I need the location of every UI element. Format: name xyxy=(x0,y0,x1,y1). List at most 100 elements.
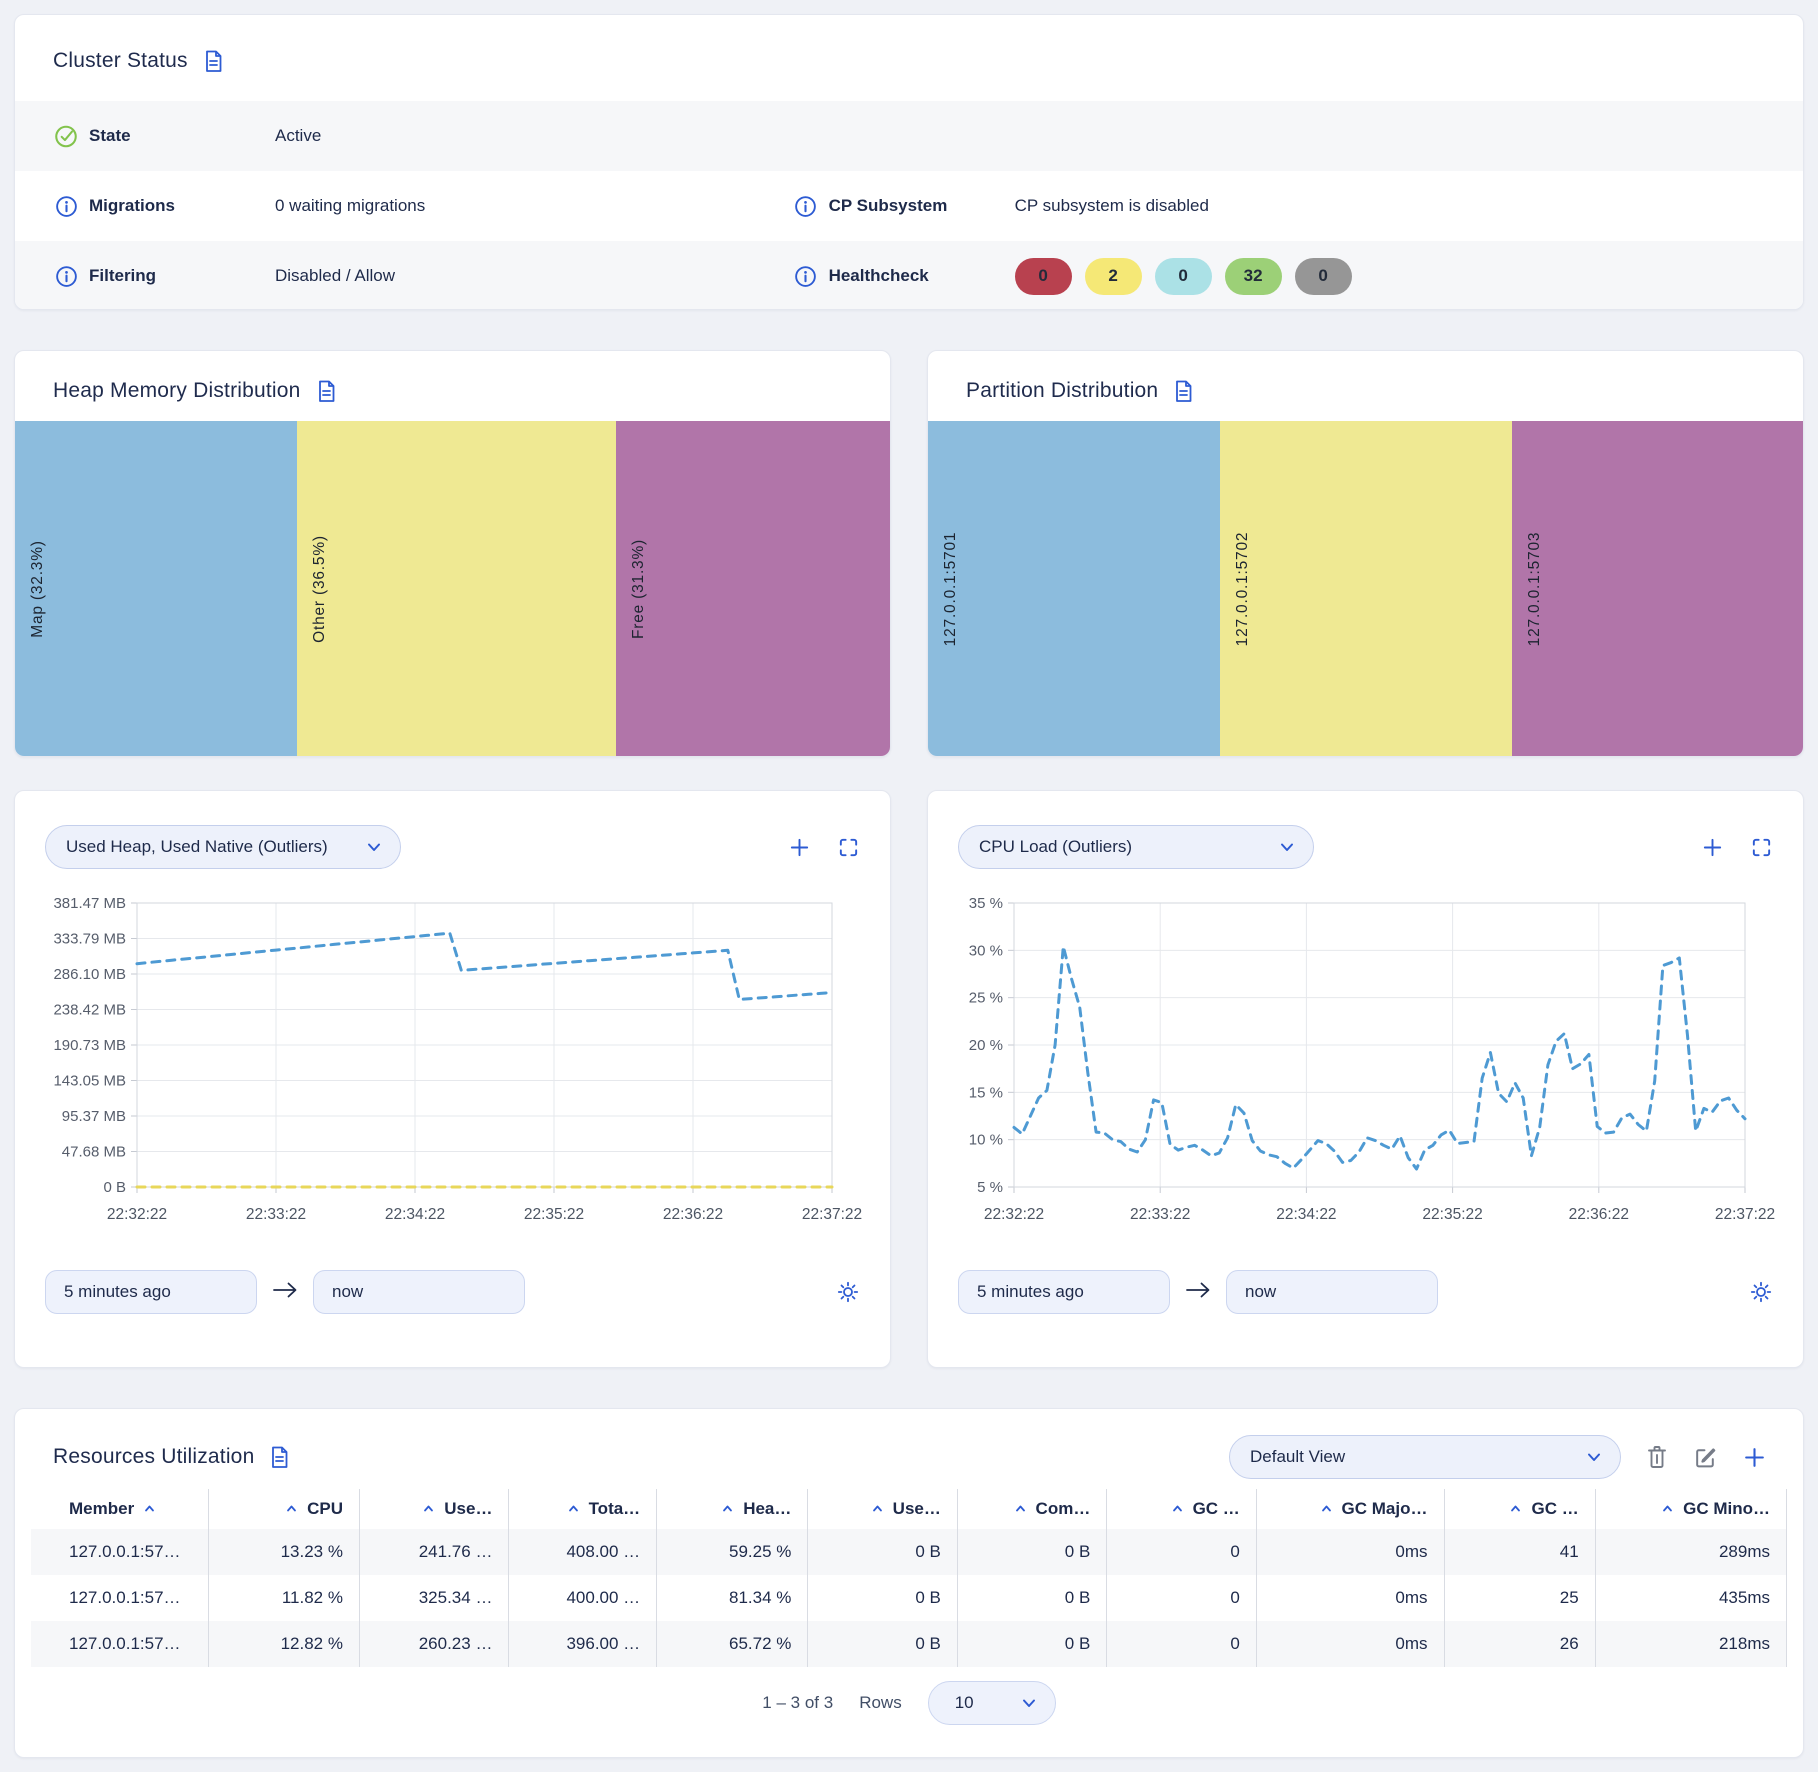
svg-text:22:33:22: 22:33:22 xyxy=(1130,1206,1190,1223)
healthcheck-badge[interactable]: 32 xyxy=(1225,258,1282,295)
edit-view-icon[interactable] xyxy=(1693,1445,1718,1470)
heap-usage-chart[interactable]: 381.47 MB333.79 MB286.10 MB238.42 MB190.… xyxy=(45,895,866,1225)
time-to-input[interactable]: now xyxy=(313,1270,525,1314)
info-icon[interactable] xyxy=(53,194,79,219)
partition-distribution-bar: 127.0.0.1:5701 127.0.0.1:5702127.0.0.1:57… xyxy=(928,421,1803,756)
table-row[interactable]: 127.0.0.1:57…12.82 %260.23 …396.00 …65.7… xyxy=(31,1621,1787,1667)
migrations-label: Migrations xyxy=(89,196,275,216)
document-icon[interactable] xyxy=(268,1445,291,1470)
fullscreen-icon[interactable] xyxy=(837,836,860,859)
value-cell: 0 B xyxy=(808,1529,957,1575)
column-label: Tota… xyxy=(589,1499,641,1519)
heap-distribution-bar: Map (32.3%) Other (36.5%) Free (31.3%) xyxy=(15,421,890,756)
sort-caret-icon[interactable] xyxy=(1509,1503,1522,1515)
resources-utilization-card: Resources Utilization Default View xyxy=(14,1408,1804,1758)
add-chart-icon[interactable] xyxy=(1701,836,1724,859)
svg-text:190.73 MB: 190.73 MB xyxy=(53,1037,126,1054)
time-from-input[interactable]: 5 minutes ago xyxy=(958,1270,1170,1314)
value-cell: 396.00 … xyxy=(509,1621,657,1667)
healthcheck-badge[interactable]: 0 xyxy=(1295,258,1352,295)
sort-caret-icon[interactable] xyxy=(422,1503,435,1515)
cp-subsystem-value: CP subsystem is disabled xyxy=(1015,196,1209,216)
distribution-segment[interactable]: 127.0.0.1:5702 xyxy=(1220,421,1511,756)
sort-caret-icon[interactable] xyxy=(1171,1503,1184,1515)
svg-text:22:37:22: 22:37:22 xyxy=(1715,1206,1775,1223)
column-header[interactable]: GC Mino… xyxy=(1595,1489,1786,1529)
fullscreen-icon[interactable] xyxy=(1750,836,1773,859)
value-cell: 41 xyxy=(1444,1529,1595,1575)
arrow-right-icon xyxy=(272,1281,298,1304)
value-cell: 241.76 … xyxy=(359,1529,508,1575)
column-header[interactable]: Com… xyxy=(957,1489,1106,1529)
table-row[interactable]: 127.0.0.1:57…11.82 %325.34 …400.00 …81.3… xyxy=(31,1575,1787,1621)
delete-view-icon[interactable] xyxy=(1645,1444,1669,1470)
column-label: Com… xyxy=(1036,1499,1091,1519)
state-row: State Active xyxy=(15,101,1803,171)
column-header[interactable]: GC Majo… xyxy=(1256,1489,1444,1529)
distribution-segment[interactable]: 127.0.0.1:5701 xyxy=(928,421,1220,756)
healthcheck-badge[interactable]: 0 xyxy=(1015,258,1072,295)
healthcheck-badge[interactable]: 2 xyxy=(1085,258,1142,295)
gear-icon[interactable] xyxy=(836,1280,860,1304)
gear-icon[interactable] xyxy=(1749,1280,1773,1304)
table-row[interactable]: 127.0.0.1:57…13.23 %241.76 …408.00 …59.2… xyxy=(31,1529,1787,1575)
sort-caret-icon[interactable] xyxy=(871,1503,884,1515)
sort-caret-icon[interactable] xyxy=(285,1503,298,1515)
rows-per-page-select[interactable]: 10 xyxy=(928,1681,1056,1725)
column-header[interactable]: CPU xyxy=(208,1489,359,1529)
sort-caret-icon[interactable] xyxy=(143,1503,156,1515)
document-icon[interactable] xyxy=(202,49,225,74)
cpu-load-chart[interactable]: 35 %30 %25 %20 %15 %10 %5 %22:32:2222:33… xyxy=(958,895,1779,1225)
dashboard-page: Cluster Status State Active Migrations 0… xyxy=(0,0,1818,1772)
column-header[interactable]: Use… xyxy=(808,1489,957,1529)
distribution-segment[interactable]: Map (32.3%) xyxy=(15,421,297,756)
column-label: GC Mino… xyxy=(1683,1499,1770,1519)
value-cell: 0ms xyxy=(1256,1575,1444,1621)
add-chart-icon[interactable] xyxy=(788,836,811,859)
time-to-input[interactable]: now xyxy=(1226,1270,1438,1314)
column-header[interactable]: GC … xyxy=(1444,1489,1595,1529)
sort-caret-icon[interactable] xyxy=(1014,1503,1027,1515)
column-header[interactable]: Member xyxy=(31,1489,208,1529)
document-icon[interactable] xyxy=(315,379,338,404)
metric-selector[interactable]: Used Heap, Used Native (Outliers) xyxy=(45,825,401,869)
sort-caret-icon[interactable] xyxy=(1320,1503,1333,1515)
rows-label: Rows xyxy=(859,1693,902,1713)
migrations-cp-row: Migrations 0 waiting migrations CP Subsy… xyxy=(15,171,1803,241)
segment-label: Other (36.5%) xyxy=(311,535,329,643)
distribution-segment[interactable]: Free (31.3%) xyxy=(616,421,890,756)
info-icon[interactable] xyxy=(793,194,819,219)
column-header[interactable]: Use… xyxy=(359,1489,508,1529)
healthcheck-badge[interactable]: 0 xyxy=(1155,258,1212,295)
time-from-input[interactable]: 5 minutes ago xyxy=(45,1270,257,1314)
distribution-segment[interactable]: Other (36.5%) xyxy=(297,421,616,756)
svg-text:22:36:22: 22:36:22 xyxy=(1569,1206,1629,1223)
column-header[interactable]: GC … xyxy=(1107,1489,1256,1529)
filtering-healthcheck-row: Filtering Disabled / Allow Healthcheck 0… xyxy=(15,241,1803,310)
heap-memory-distribution-card: Heap Memory Distribution Map (32.3%)Othe… xyxy=(14,350,891,757)
value-cell: 0 xyxy=(1107,1621,1256,1667)
metric-selector-value: CPU Load (Outliers) xyxy=(979,837,1132,857)
sort-caret-icon[interactable] xyxy=(721,1503,734,1515)
add-view-icon[interactable] xyxy=(1742,1445,1767,1470)
view-selector[interactable]: Default View xyxy=(1229,1435,1621,1479)
document-icon[interactable] xyxy=(1172,379,1195,404)
value-cell: 0 xyxy=(1107,1575,1256,1621)
metric-selector[interactable]: CPU Load (Outliers) xyxy=(958,825,1314,869)
svg-text:238.42 MB: 238.42 MB xyxy=(53,1002,126,1019)
chevron-down-icon xyxy=(1586,1449,1602,1465)
info-icon[interactable] xyxy=(53,264,79,289)
resources-table: MemberCPUUse…Tota…Hea…Use…Com…GC …GC Maj… xyxy=(31,1489,1787,1667)
value-cell: 26 xyxy=(1444,1621,1595,1667)
sort-caret-icon[interactable] xyxy=(1661,1503,1674,1515)
value-cell: 0 B xyxy=(808,1621,957,1667)
segment-label: 127.0.0.1:5701 xyxy=(942,531,960,646)
distribution-segment[interactable]: 127.0.0.1:5703 xyxy=(1512,421,1803,756)
state-label: State xyxy=(89,126,275,146)
column-header[interactable]: Hea… xyxy=(657,1489,808,1529)
svg-text:0 B: 0 B xyxy=(103,1179,126,1196)
svg-text:35 %: 35 % xyxy=(969,895,1003,912)
info-icon[interactable] xyxy=(793,264,819,289)
sort-caret-icon[interactable] xyxy=(567,1503,580,1515)
column-header[interactable]: Tota… xyxy=(509,1489,657,1529)
